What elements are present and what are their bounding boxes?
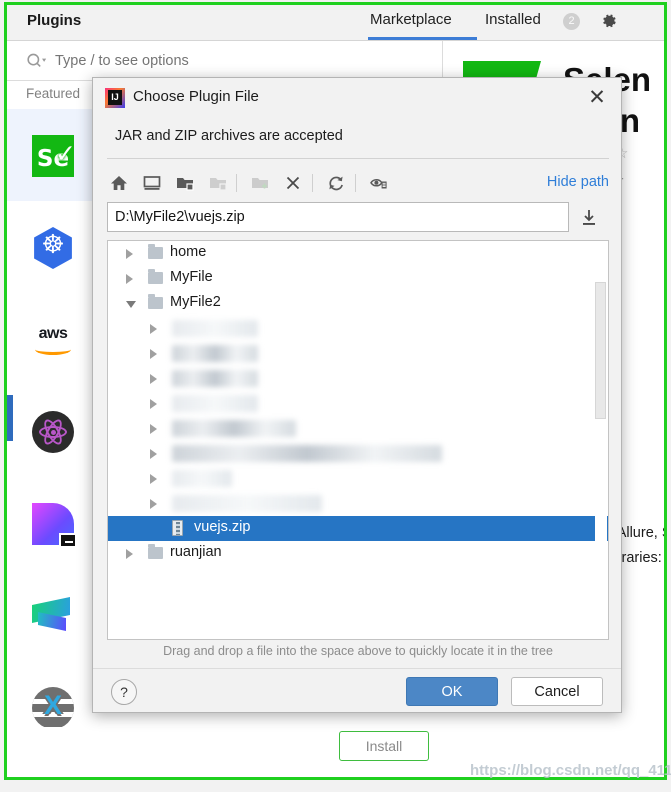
featured-label: Featured (26, 86, 81, 101)
redacted-tree-label (172, 345, 258, 362)
dialog-separator (107, 158, 609, 159)
dialog-title: Choose Plugin File (133, 88, 259, 105)
redacted-tree-label (172, 370, 258, 387)
collapse-path-icon[interactable] (578, 207, 600, 229)
tree-row[interactable] (108, 416, 608, 441)
ok-button[interactable]: OK (406, 677, 498, 706)
tree-row[interactable] (108, 341, 608, 366)
dialog-toolbar: Hide path (105, 166, 611, 200)
file-tree[interactable]: home MyFile MyFile2 vuejs.zip ruanjian (107, 240, 609, 640)
intellij-icon (105, 88, 125, 108)
tree-row[interactable] (108, 466, 608, 491)
refresh-icon[interactable] (322, 169, 350, 197)
install-button[interactable]: Install (339, 731, 429, 761)
folder-icon (148, 244, 163, 259)
chevron-down-icon[interactable] (126, 301, 136, 308)
module-folder-icon (204, 169, 232, 197)
tree-row[interactable] (108, 316, 608, 341)
tree-row[interactable] (108, 441, 608, 466)
tree-row-label: home (170, 244, 207, 260)
pycharm-icon (32, 503, 77, 548)
gear-icon[interactable] (601, 12, 618, 34)
dialog-footer-separator (93, 668, 621, 669)
chevron-right-icon[interactable] (126, 274, 133, 284)
chevron-right-icon[interactable] (126, 549, 133, 559)
delete-icon[interactable] (279, 169, 307, 197)
chevron-right-icon[interactable] (150, 399, 157, 409)
tab-installed[interactable]: Installed (485, 11, 541, 28)
help-button[interactable]: ? (111, 679, 137, 705)
installed-count-badge: 2 (563, 13, 580, 30)
toolbar-separator (312, 174, 313, 192)
tree-row[interactable]: MyFile (108, 266, 608, 291)
toolbar-separator (355, 174, 356, 192)
chevron-right-icon[interactable] (150, 349, 157, 359)
plugins-header: Plugins Marketplace Installed 2 (7, 5, 664, 41)
tree-row[interactable]: ruanjian (108, 541, 608, 566)
cancel-button[interactable]: Cancel (511, 677, 603, 706)
choose-plugin-file-dialog: Choose Plugin File ✕ JAR and ZIP archive… (92, 77, 622, 713)
tree-row-label: MyFile (170, 269, 213, 285)
search-icon (26, 52, 48, 74)
tree-rows: home MyFile MyFile2 vuejs.zip ruanjian (108, 241, 608, 566)
hide-path-link[interactable]: Hide path (547, 174, 609, 190)
tree-scrollbar[interactable] (595, 242, 607, 638)
tree-hint: Drag and drop a file into the space abov… (163, 644, 553, 658)
chevron-right-icon[interactable] (150, 499, 157, 509)
education-icon (32, 595, 74, 637)
toolbar-separator (236, 174, 237, 192)
plugins-window: Plugins Marketplace Installed 2 Featured (4, 2, 667, 780)
tree-row[interactable] (108, 491, 608, 516)
path-input[interactable] (107, 202, 569, 232)
tree-row[interactable] (108, 391, 608, 416)
kubernetes-icon (32, 227, 74, 269)
aws-icon: aws (32, 319, 74, 361)
watermark: https://blog.csdn.net/qq_41182402 (470, 762, 671, 779)
search-input[interactable] (55, 50, 435, 72)
atom-icon (32, 411, 74, 453)
tree-row-label: ruanjian (170, 544, 222, 560)
chevron-right-icon[interactable] (150, 449, 157, 459)
chevron-right-icon[interactable] (150, 424, 157, 434)
new-folder-icon (246, 169, 274, 197)
selenium-icon: Se ✓ (32, 135, 76, 177)
tree-scrollbar-thumb[interactable] (595, 282, 606, 419)
folder-icon (148, 269, 163, 284)
tree-row[interactable]: MyFile2 (108, 291, 608, 316)
show-hidden-icon[interactable] (365, 169, 393, 197)
tree-row-label: MyFile2 (170, 294, 221, 310)
redacted-tree-label (172, 495, 322, 512)
project-folder-icon[interactable] (171, 169, 199, 197)
home-icon[interactable] (105, 169, 133, 197)
redacted-tree-label (172, 420, 296, 437)
sidebar-selection-marker (7, 395, 13, 441)
dialog-titlebar[interactable]: Choose Plugin File ✕ (93, 78, 621, 118)
redacted-tree-label (172, 320, 258, 337)
tree-row[interactable]: home (108, 241, 608, 266)
chevron-right-icon[interactable] (150, 474, 157, 484)
tab-marketplace-underline (368, 37, 477, 40)
desktop-icon[interactable] (138, 169, 166, 197)
redacted-tree-label (172, 445, 442, 462)
tree-row-label: vuejs.zip (194, 519, 251, 535)
tree-row[interactable] (108, 366, 608, 391)
dialog-subtitle: JAR and ZIP archives are accepted (115, 128, 343, 144)
redacted-tree-label (172, 470, 232, 487)
chevron-right-icon[interactable] (150, 374, 157, 384)
install-row: Install (7, 727, 442, 777)
xamarin-icon: X (32, 687, 74, 729)
redacted-tree-label (172, 395, 258, 412)
chevron-right-icon[interactable] (150, 324, 157, 334)
zip-icon (172, 520, 183, 536)
tab-marketplace[interactable]: Marketplace (370, 11, 452, 28)
tree-row[interactable]: vuejs.zip (108, 516, 608, 541)
page-title: Plugins (27, 12, 82, 29)
folder-icon (148, 294, 163, 309)
folder-icon (148, 544, 163, 559)
close-icon[interactable]: ✕ (585, 86, 609, 110)
chevron-right-icon[interactable] (126, 249, 133, 259)
